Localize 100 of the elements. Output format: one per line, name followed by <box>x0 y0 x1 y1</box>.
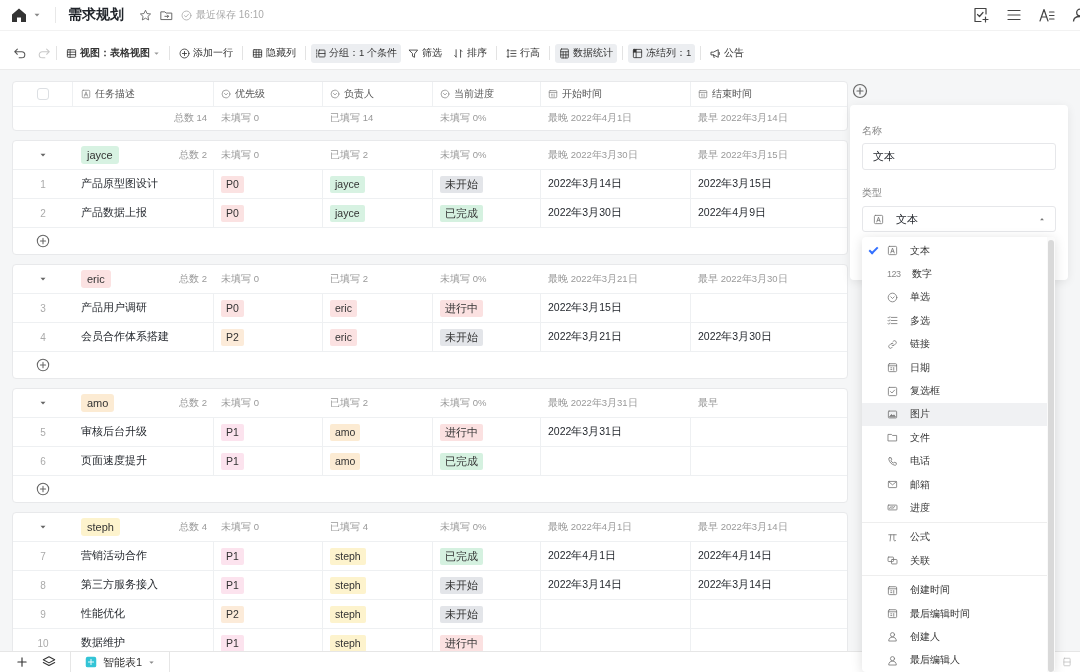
group-tag: jayce <box>81 146 119 164</box>
summary-cell: 最晚 2022年3月30日 <box>548 148 638 162</box>
table-cell: 会员合作体系搭建 <box>81 330 169 344</box>
table-cell: 2022年3月21日 <box>548 330 622 344</box>
summary-cell: 最晚 2022年3月21日 <box>548 272 638 286</box>
table-cell: 2022年3月31日 <box>548 425 622 439</box>
table-cell: 数据维护 <box>81 636 125 650</box>
status-tag: 未开始 <box>440 605 483 623</box>
table-cell: 产品数据上报 <box>81 206 147 220</box>
owner-tag: amo <box>330 423 361 441</box>
summary-cell: 最晚 2022年4月1日 <box>548 520 633 534</box>
priority-tag: P1 <box>221 547 244 565</box>
status-tag: 已完成 <box>440 547 483 565</box>
table-cell: 2022年3月30日 <box>548 206 622 220</box>
status-tag: 进行中 <box>440 299 483 317</box>
field-label: 类型 <box>862 186 882 200</box>
table-cell: 审核后台升级 <box>81 425 147 439</box>
summary-cell: 总数 4 <box>179 520 207 532</box>
owner-tag: eric <box>330 328 357 346</box>
table-cell: 产品原型图设计 <box>81 177 158 191</box>
row-number: 2 <box>40 207 46 219</box>
table-cell: 第三方服务接入 <box>81 578 158 592</box>
owner-tag: eric <box>330 299 357 317</box>
summary-cell: 已填写 2 <box>330 396 368 410</box>
status-tag: 未开始 <box>440 175 483 193</box>
table-cell: 2022年3月15日 <box>548 301 622 315</box>
table-cell: 2022年3月15日 <box>698 177 772 191</box>
summary-cell: 最早 2022年3月14日 <box>698 520 788 534</box>
table-cell: 2022年3月14日 <box>548 578 622 592</box>
table-cell: 页面速度提升 <box>81 454 147 468</box>
table-cell: 2022年4月14日 <box>698 549 772 563</box>
table-cell: 2022年4月9日 <box>698 206 767 220</box>
row-number: 9 <box>40 608 46 620</box>
owner-tag: jayce <box>330 204 365 222</box>
status-tag: 进行中 <box>440 634 483 651</box>
summary-cell: 最晚 2022年3月31日 <box>548 396 638 410</box>
summary-cell: 未填写 0% <box>440 520 487 534</box>
summary-cell: 未填写 0 <box>221 112 259 125</box>
status-tag: 未开始 <box>440 328 483 346</box>
status-tag: 未开始 <box>440 576 483 594</box>
owner-tag: amo <box>330 452 361 470</box>
summary-cell: 最早 2022年3月15日 <box>698 148 788 162</box>
summary-cell: 未填写 0 <box>221 272 259 286</box>
summary-cell: 未填写 0 <box>221 148 259 162</box>
table-cell: 2022年3月14日 <box>698 578 772 592</box>
row-number: 1 <box>40 178 46 190</box>
priority-tag: P2 <box>221 328 244 346</box>
summary-cell: 未填写 0 <box>221 396 259 410</box>
priority-tag: P1 <box>221 423 244 441</box>
summary-cell: 总数 2 <box>179 396 207 408</box>
table-cell: 2022年4月1日 <box>548 549 617 563</box>
summary-cell: 总数 2 <box>179 148 207 160</box>
summary-cell: 未填写 0% <box>440 272 487 286</box>
document-title: 需求规划 <box>68 6 124 24</box>
summary-cell: 总数 2 <box>179 272 207 284</box>
owner-tag: steph <box>330 576 366 594</box>
group-tag: eric <box>81 270 111 288</box>
table-cell: 2022年3月30日 <box>698 330 772 344</box>
priority-tag: P1 <box>221 452 244 470</box>
owner-tag: steph <box>330 547 366 565</box>
summary-cell: 已填写 14 <box>330 112 374 125</box>
row-number: 8 <box>40 579 46 591</box>
summary-cell: 总数 14 <box>173 112 207 125</box>
summary-cell: 已填写 4 <box>330 520 368 534</box>
owner-tag: steph <box>330 634 366 651</box>
row-number: 7 <box>40 550 46 562</box>
summary-cell: 未填写 0% <box>440 148 487 162</box>
priority-tag: P1 <box>221 576 244 594</box>
summary-cell: 最早 2022年3月14日 <box>698 112 788 125</box>
priority-tag: P2 <box>221 605 244 623</box>
number-glyph: 123 <box>887 269 900 280</box>
status-tag: 已完成 <box>440 452 483 470</box>
table-cell: 产品用户调研 <box>81 301 147 315</box>
owner-tag: steph <box>330 605 366 623</box>
row-number: 4 <box>40 331 46 343</box>
save-status: 最近保存 16:10 <box>196 8 264 22</box>
summary-cell: 最晚 2022年4月1日 <box>548 112 633 125</box>
row-number: 3 <box>40 302 46 314</box>
field-label: 名称 <box>862 124 882 138</box>
summary-cell: 已填写 2 <box>330 272 368 286</box>
summary-cell: 最早 <box>698 396 718 410</box>
table-cell: 2022年3月14日 <box>548 177 622 191</box>
group-tag: steph <box>81 518 120 536</box>
row-number: 6 <box>40 455 46 467</box>
status-tag: 已完成 <box>440 204 483 222</box>
summary-cell: 未填写 0% <box>440 112 487 125</box>
status-tag: 进行中 <box>440 423 483 441</box>
priority-tag: P1 <box>221 634 244 651</box>
owner-tag: jayce <box>330 175 365 193</box>
row-number: 10 <box>37 637 49 649</box>
priority-tag: P0 <box>221 175 244 193</box>
table-cell: 性能优化 <box>81 607 125 621</box>
table-cell: 营销活动合作 <box>81 549 147 563</box>
summary-cell: 最早 2022年3月30日 <box>698 272 788 286</box>
group-tag: amo <box>81 394 115 412</box>
summary-cell: 已填写 2 <box>330 148 368 162</box>
summary-cell: 未填写 0% <box>440 396 487 410</box>
row-number: 5 <box>40 426 46 438</box>
priority-tag: P0 <box>221 299 244 317</box>
priority-tag: P0 <box>221 204 244 222</box>
